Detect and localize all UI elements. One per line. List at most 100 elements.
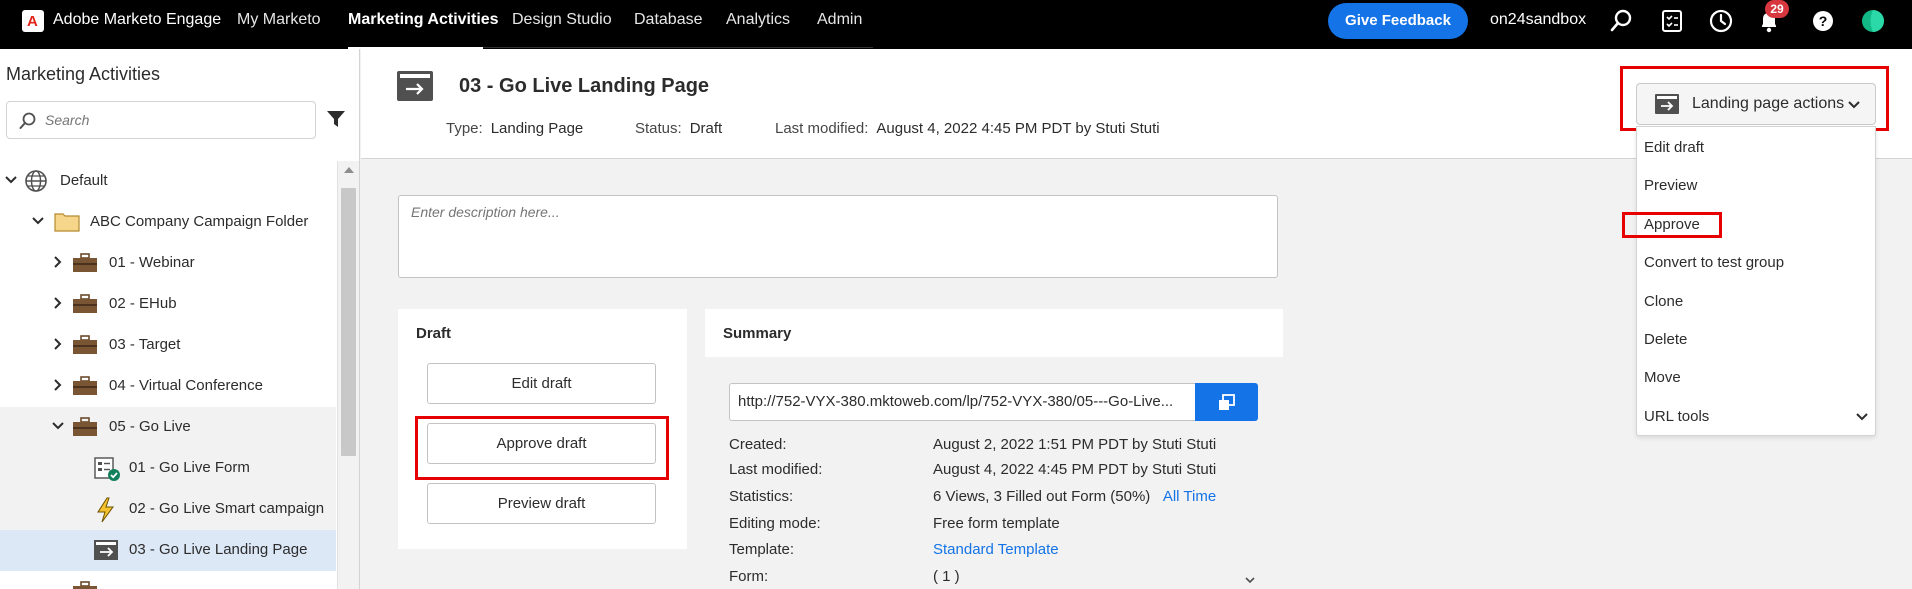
menu-item-convert-to-test-group[interactable]: Convert to test group <box>1644 254 1784 271</box>
give-feedback-button[interactable]: Give Feedback <box>1328 3 1468 39</box>
type-label: Type: <box>446 120 483 137</box>
landing-page-icon <box>397 71 433 101</box>
preview-draft-button[interactable]: Preview draft <box>427 483 656 524</box>
tree-item-abc-company-campaign-folder[interactable]: ABC Company Campaign Folder <box>0 202 336 243</box>
chevron-down-icon[interactable] <box>1855 411 1869 423</box>
chevron-down-icon[interactable] <box>31 214 45 228</box>
tree-item-01-go-live-form[interactable]: 01 - Go Live Form <box>0 448 336 489</box>
chevron-right-icon[interactable] <box>51 378 65 392</box>
summary-row-statistics: Statistics: 6 Views, 3 Filled out Form (… <box>729 488 1269 510</box>
filter-icon[interactable] <box>326 109 346 129</box>
help-icon[interactable]: ? <box>1810 8 1836 34</box>
summary-card-header: Summary <box>705 309 1283 357</box>
chevron-down-icon <box>1848 101 1860 109</box>
tree-item-next[interactable] <box>0 571 336 589</box>
status-meta: Status: Draft <box>635 120 722 137</box>
chevron-right-icon[interactable] <box>51 337 65 351</box>
chevron-down-icon[interactable] <box>1244 575 1256 585</box>
modified-meta: Last modified: August 4, 2022 4:45 PM PDT… <box>775 120 1160 137</box>
landing-page-icon <box>1655 94 1679 114</box>
tree-item-label: 02 - Go Live Smart campaign <box>129 500 325 517</box>
menu-item-preview[interactable]: Preview <box>1644 177 1697 194</box>
briefcase-icon <box>73 417 97 436</box>
brand-name[interactable]: Adobe Marketo Engage <box>53 11 221 29</box>
type-value: Landing Page <box>490 120 584 137</box>
nav-design-studio[interactable]: Design Studio <box>512 11 612 29</box>
menu-item-move[interactable]: Move <box>1644 369 1681 386</box>
folder-icon <box>54 213 80 232</box>
tree-item-03-target[interactable]: 03 - Target <box>0 325 336 366</box>
nav-admin[interactable]: Admin <box>817 11 862 29</box>
chevron-down-icon[interactable] <box>4 173 18 187</box>
tree-item-02-go-live-smart-campaign[interactable]: 02 - Go Live Smart campaign <box>0 489 336 530</box>
tree-item-label: 01 - Webinar <box>109 254 195 271</box>
nav-database[interactable]: Database <box>634 11 703 29</box>
tree-item-04-virtual-conference[interactable]: 04 - Virtual Conference <box>0 366 336 407</box>
workspace-name[interactable]: on24sandbox <box>1490 11 1586 29</box>
tree-search-box[interactable] <box>6 101 316 139</box>
svg-text:?: ? <box>1819 13 1828 29</box>
row-label: Editing mode: <box>729 515 821 532</box>
status-value: Draft <box>689 120 723 137</box>
tree-item-label: 05 - Go Live <box>109 418 191 435</box>
menu-item-approve[interactable]: Approve <box>1644 216 1700 233</box>
actions-button-label: Landing page actions <box>1692 95 1845 112</box>
search-icon[interactable] <box>1609 8 1635 34</box>
chevron-down-icon[interactable] <box>51 419 65 433</box>
row-label: Created: <box>729 436 787 453</box>
tree-item-05-go-live[interactable]: 05 - Go Live <box>0 407 336 448</box>
menu-item-edit-draft[interactable]: Edit draft <box>1644 139 1704 156</box>
sidebar-title: Marketing Activities <box>6 64 161 84</box>
search-input[interactable] <box>45 110 305 130</box>
menu-item-delete[interactable]: Delete <box>1644 331 1687 348</box>
landing-page-actions-button[interactable]: Landing page actions <box>1636 83 1876 125</box>
tree-item-default[interactable]: Default <box>0 161 336 202</box>
tree-item-label: ABC Company Campaign Folder <box>90 213 309 230</box>
briefcase-icon <box>73 294 97 313</box>
tree-scrollbar[interactable] <box>337 161 359 589</box>
tree-item-label: 03 - Go Live Landing Page <box>129 541 308 558</box>
scroll-up-arrow-icon[interactable] <box>344 167 354 173</box>
url-field[interactable]: http://752-VYX-380.mktoweb.com/lp/752-VY… <box>729 383 1196 421</box>
scroll-thumb[interactable] <box>341 188 356 456</box>
all-time-link[interactable]: All Time <box>1163 488 1216 505</box>
avatar[interactable] <box>1860 8 1886 34</box>
chevron-right-icon[interactable] <box>51 255 65 269</box>
tree-item-02-ehub[interactable]: 02 - EHub <box>0 284 336 325</box>
edit-draft-button[interactable]: Edit draft <box>427 363 656 404</box>
chevron-right-icon[interactable] <box>51 296 65 310</box>
history-icon[interactable] <box>1708 8 1734 34</box>
folder-tree: Default ABC Company Campaign Folder 01 -… <box>0 161 336 589</box>
modified-label: Last modified: <box>775 120 869 137</box>
tree-item-01-webinar[interactable]: 01 - Webinar <box>0 243 336 284</box>
summary-row-created: Created: August 2, 2022 1:51 PM PDT by S… <box>729 436 1269 458</box>
page-title: 03 - Go Live Landing Page <box>459 75 710 97</box>
summary-row-template: Template: Standard Template <box>729 541 1269 563</box>
menu-item-clone[interactable]: Clone <box>1644 293 1683 310</box>
briefcase-icon <box>73 253 97 272</box>
briefcase-icon <box>73 335 97 354</box>
tasks-icon[interactable] <box>1659 8 1685 34</box>
summary-row-form: Form: ( 1 ) <box>729 568 1269 589</box>
row-label: Template: <box>729 541 795 558</box>
url-text[interactable]: http://752-VYX-380.mktoweb.com/lp/752-VY… <box>738 393 1188 410</box>
nav-analytics[interactable]: Analytics <box>726 11 790 29</box>
menu-item-url-tools[interactable]: URL tools <box>1644 408 1709 425</box>
description-box[interactable] <box>398 195 1278 278</box>
adobe-logo-icon[interactable]: A <box>22 10 44 32</box>
nav-my-marketo[interactable]: My Marketo <box>237 11 321 29</box>
tree-item-label: 03 - Target <box>109 336 181 353</box>
search-icon <box>19 112 36 129</box>
description-input[interactable] <box>411 204 1261 264</box>
tree-item-03-go-live-landing-page[interactable]: 03 - Go Live Landing Page <box>0 530 336 571</box>
modified-value: August 4, 2022 4:45 PM PDT by Stuti Stut… <box>876 120 1160 137</box>
type-meta: Type: Landing Page <box>446 120 583 137</box>
summary-title: Summary <box>723 325 792 342</box>
form-approved-icon <box>94 457 120 481</box>
draft-card: Draft Edit draft Approve draft Preview d… <box>398 309 687 549</box>
copy-url-button[interactable] <box>1195 383 1258 421</box>
standard-template-link[interactable]: Standard Template <box>933 541 1059 558</box>
copy-icon <box>1219 394 1235 410</box>
approve-draft-button[interactable]: Approve draft <box>427 423 656 464</box>
nav-marketing-activities[interactable]: Marketing Activities <box>348 11 499 29</box>
